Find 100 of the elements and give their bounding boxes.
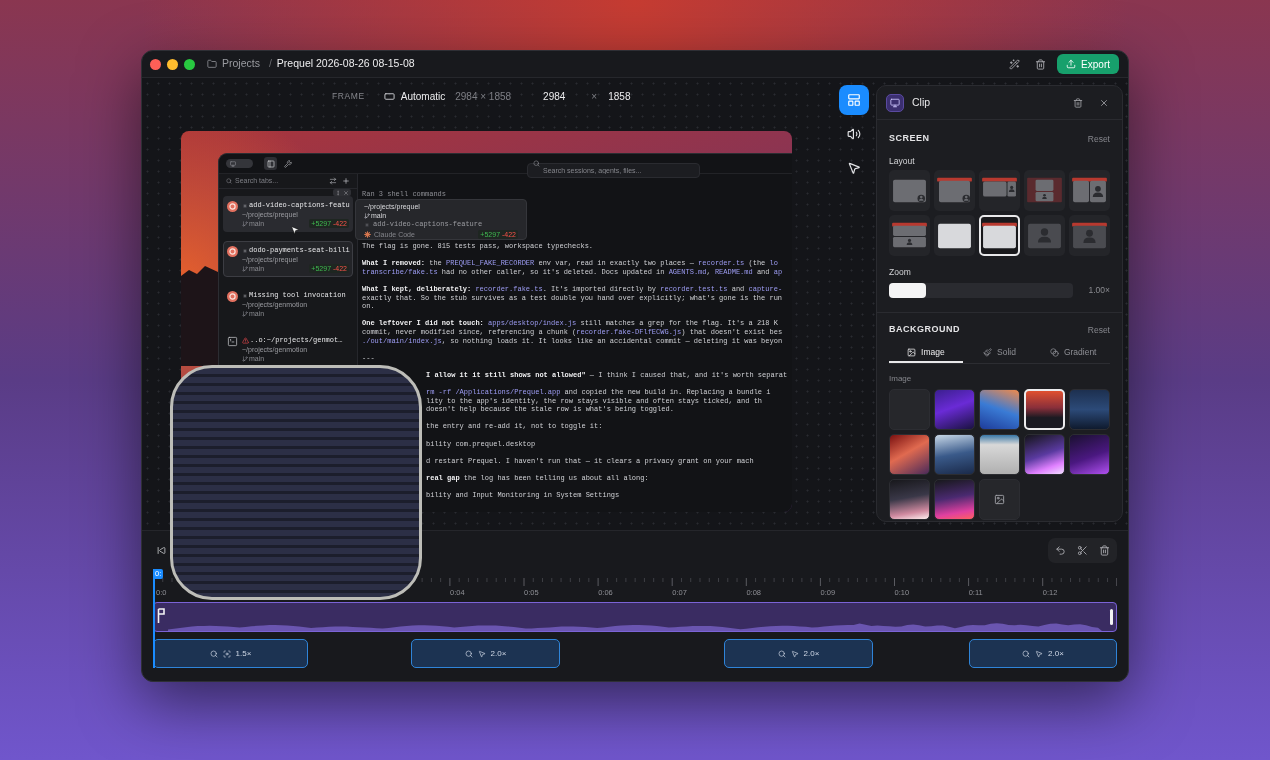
swap-icon[interactable] (329, 177, 337, 185)
breadcrumb-separator: / (268, 56, 272, 72)
close-icon[interactable] (343, 189, 349, 196)
wrench-icon[interactable] (284, 159, 292, 168)
paintbrush-icon (983, 347, 993, 357)
search-icon (533, 160, 540, 167)
delete-icon[interactable] (1099, 544, 1110, 556)
asterisk-icon (242, 247, 248, 254)
frame-icon (383, 90, 395, 102)
undo-icon[interactable] (1055, 544, 1066, 556)
wallpaper-thumbnail[interactable] (889, 479, 930, 520)
monitor-icon (886, 93, 904, 112)
asterisk-icon (242, 202, 248, 209)
image-icon (994, 494, 1005, 505)
frame-height-field[interactable]: 1858 (608, 88, 631, 104)
asterisk-icon (364, 221, 370, 228)
status-icon (227, 291, 238, 302)
section-heading: BACKGROUND (889, 323, 960, 337)
search-icon (209, 649, 218, 658)
wallpaper-thumbnail[interactable] (934, 434, 975, 475)
frame-label: FRAME (332, 89, 365, 103)
status-icon (227, 201, 238, 212)
wallpaper-thumbnail[interactable] (979, 389, 1020, 430)
layout-option[interactable] (934, 215, 975, 256)
delete-icon[interactable] (1073, 97, 1083, 108)
starburst-icon (364, 230, 371, 238)
overlapping-circles-icon (1049, 347, 1059, 357)
breadcrumb-link[interactable]: Projects (222, 56, 260, 72)
cursor-icon (847, 161, 861, 175)
asterisk-icon (242, 292, 248, 299)
reset-button[interactable]: Reset (1087, 132, 1110, 146)
cursor-icon (790, 649, 799, 658)
wallpaper-thumbnail[interactable] (1069, 434, 1110, 475)
monitor-icon (230, 160, 236, 167)
background-tab[interactable]: Image (889, 343, 963, 363)
video-clip-track[interactable] (153, 602, 1117, 632)
minimize-window-icon[interactable] (167, 58, 178, 70)
wallpaper-thumbnail[interactable] (934, 389, 975, 430)
layout-icon (847, 93, 861, 107)
focus-icon (222, 649, 231, 658)
wallpaper-thumbnail[interactable] (889, 434, 930, 475)
sidebar-toggle-button[interactable] (264, 157, 277, 170)
magic-wand-icon[interactable] (1009, 58, 1021, 70)
wallpaper-thumbnail[interactable] (934, 479, 975, 520)
search-icon (464, 649, 473, 658)
zoom-segment[interactable]: 1.5× (153, 639, 308, 668)
zoom-label: Zoom (889, 267, 911, 277)
reset-button[interactable]: Reset (1087, 323, 1110, 337)
layout-label: Layout (889, 156, 915, 166)
section-heading: SCREEN (889, 132, 930, 146)
skip-back-icon[interactable] (157, 545, 166, 555)
speaker-icon (847, 127, 861, 141)
image-label: Image (889, 374, 912, 384)
zoom-reading: 1.00× (1088, 284, 1110, 297)
branch-icon (364, 212, 370, 219)
add-icon[interactable] (342, 177, 350, 185)
scissors-icon[interactable] (1077, 544, 1088, 556)
status-icon (227, 246, 238, 257)
image-icon (907, 347, 916, 357)
wallpaper-thumbnail[interactable] (979, 434, 1020, 475)
zoom-slider-fill[interactable] (889, 283, 926, 298)
zoom-window-icon[interactable] (184, 58, 195, 70)
search-icon (1022, 649, 1031, 658)
dimension-separator: × (591, 89, 598, 104)
close-window-icon[interactable] (150, 58, 161, 70)
zoom-slider[interactable] (889, 283, 1073, 298)
cursor-icon (477, 649, 486, 658)
branch-icon (242, 310, 248, 317)
search-icon (777, 649, 786, 658)
framed-camera-icon (1072, 220, 1107, 251)
close-icon[interactable] (1099, 97, 1109, 108)
branch-icon (242, 220, 248, 227)
zoom-segment[interactable]: 2.0× (411, 639, 560, 668)
background-tab[interactable]: Gradient (1036, 343, 1110, 363)
background-tab[interactable]: Solid (962, 343, 1037, 363)
search-icon (226, 178, 232, 184)
zoom-segment[interactable]: 2.0× (969, 639, 1117, 668)
framed-screen-icon (982, 220, 1017, 251)
device-toggle[interactable] (226, 159, 253, 168)
panel-left-icon (266, 159, 275, 168)
folder-icon (207, 59, 217, 69)
layout-tool-button[interactable] (839, 85, 869, 115)
clip-handle-icon[interactable] (1110, 609, 1113, 625)
delete-icon[interactable] (1035, 58, 1047, 70)
mouse-cursor-icon (290, 224, 300, 236)
layout-option[interactable] (979, 215, 1020, 256)
clip-handle-icon[interactable] (157, 608, 165, 624)
branch-icon (242, 265, 248, 272)
zoom-segment[interactable]: 2.0× (724, 639, 873, 668)
frame-preset-button[interactable]: Automatic 2984 × 1858 (383, 88, 512, 104)
more-icon[interactable] (335, 189, 341, 196)
project-title: Prequel 2026-08-26 08-15-08 (276, 56, 415, 72)
terminal-icon (227, 336, 238, 347)
wallpaper-thumbnail[interactable] (1024, 434, 1065, 475)
branch-icon (242, 355, 248, 362)
cursor-icon (1035, 649, 1044, 658)
panel-title: Clip (912, 94, 931, 110)
upload-icon (1066, 59, 1077, 69)
wallpaper-thumbnail[interactable] (1069, 389, 1110, 430)
frame-width-field[interactable]: 2984 (543, 88, 566, 104)
